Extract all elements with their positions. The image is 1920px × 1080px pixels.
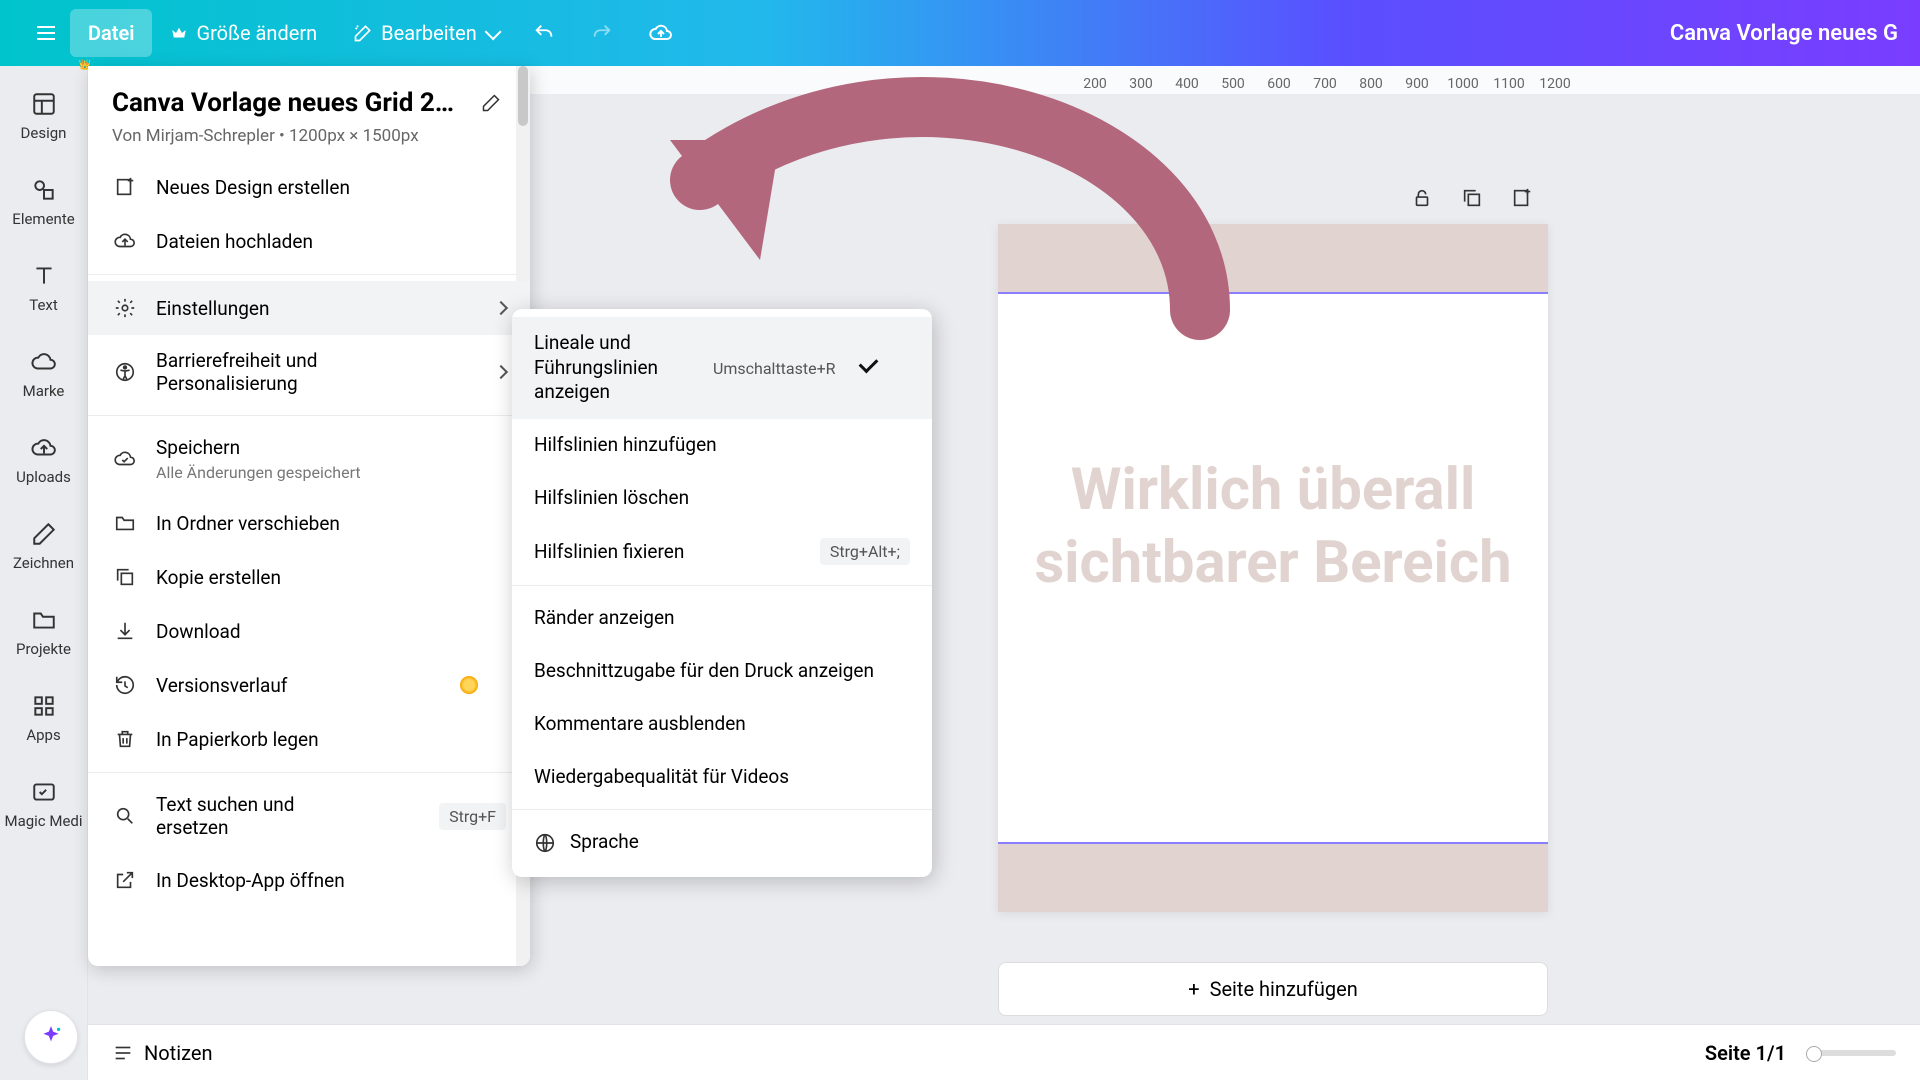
template-icon <box>30 90 58 118</box>
cloud-sync-button[interactable] <box>631 9 691 57</box>
rail-design[interactable]: Design <box>4 76 84 156</box>
brand-icon: 👑 <box>30 348 58 376</box>
move-folder-item[interactable]: In Ordner verschieben <box>88 496 530 550</box>
pencil-icon <box>30 520 58 548</box>
version-history-item[interactable]: Versionsverlauf <box>88 658 530 712</box>
new-design-icon <box>112 174 138 200</box>
show-bleed-item[interactable]: Beschnittzugabe für den Druck anzeigen <box>512 645 932 698</box>
show-rulers-item[interactable]: Lineale und Führungslinien anzeigen Umsc… <box>512 317 932 419</box>
rename-button[interactable] <box>476 88 506 118</box>
rail-brand[interactable]: 👑Marke <box>4 334 84 414</box>
upload-files-icon <box>112 228 138 254</box>
globe-icon <box>534 832 556 854</box>
copy-icon <box>112 564 138 590</box>
search-icon <box>112 803 138 829</box>
external-icon <box>112 867 138 893</box>
add-page-button[interactable]: + Seite hinzufügen <box>998 962 1548 1016</box>
accessibility-icon <box>112 359 138 385</box>
file-menu-title[interactable]: Canva Vorlage neues Grid 2… <box>112 88 466 118</box>
gear-icon <box>112 295 138 321</box>
delete-guides-item[interactable]: Hilfslinien löschen <box>512 472 932 525</box>
shortcut-label: Umschalttaste+R <box>703 355 846 382</box>
upload-files-item[interactable]: Dateien hochladen <box>88 214 530 268</box>
upload-icon <box>30 434 58 462</box>
chevron-right-icon <box>494 365 508 379</box>
trash-icon <box>112 726 138 752</box>
rail-text[interactable]: Text <box>4 248 84 328</box>
trash-item[interactable]: In Papierkorb legen <box>88 712 530 766</box>
hamburger-menu[interactable] <box>22 9 70 57</box>
check-icon <box>860 358 880 378</box>
download-icon <box>112 618 138 644</box>
rail-draw[interactable]: Zeichnen <box>4 506 84 586</box>
rail-magic-media[interactable]: Magic Medi <box>4 764 84 844</box>
undo-button[interactable] <box>515 9 573 57</box>
edit-button[interactable]: Bearbeiten <box>335 9 515 57</box>
plus-icon: + <box>1188 977 1199 1001</box>
save-item[interactable]: Speichern Alle Änderungen gespeichert <box>88 422 530 496</box>
show-margins-item[interactable]: Ränder anzeigen <box>512 592 932 645</box>
new-design-item[interactable]: Neues Design erstellen <box>88 160 530 214</box>
shortcut-label: Strg+Alt+; <box>820 538 910 565</box>
cloud-save-icon <box>112 446 138 472</box>
page-tools <box>1408 184 1536 212</box>
file-menu: Canva Vorlage neues Grid 2… Von Mirjam-S… <box>88 66 530 966</box>
make-copy-item[interactable]: Kopie erstellen <box>88 550 530 604</box>
text-icon <box>30 262 58 290</box>
folder-move-icon <box>112 510 138 536</box>
hide-comments-item[interactable]: Kommentare ausblenden <box>512 698 932 751</box>
resize-label: Größe ändern <box>196 21 317 45</box>
video-quality-item[interactable]: Wiedergabequalität für Videos <box>512 751 932 804</box>
add-guides-item[interactable]: Hilfslinien hinzufügen <box>512 419 932 472</box>
topbar: Datei Größe ändern Bearbeiten Canva Vorl… <box>0 0 1920 66</box>
download-item[interactable]: Download <box>88 604 530 658</box>
bottom-bar: Notizen Seite 1/1 <box>88 1024 1920 1080</box>
lock-page-button[interactable] <box>1408 184 1436 212</box>
settings-submenu: Lineale und Führungslinien anzeigen Umsc… <box>512 309 932 877</box>
shortcut-label: Strg+F <box>439 803 506 830</box>
rail-uploads[interactable]: Uploads <box>4 420 84 500</box>
magic-fab[interactable] <box>24 1010 78 1064</box>
chevron-down-icon <box>485 21 497 45</box>
redo-button[interactable] <box>573 9 631 57</box>
rail-projects[interactable]: Projekte <box>4 592 84 672</box>
side-rail: Design Elemente Text 👑Marke Uploads Zeic… <box>0 66 88 1080</box>
shapes-icon <box>30 176 58 204</box>
resize-button[interactable]: Größe ändern <box>152 9 335 57</box>
magic-media-icon <box>30 778 58 806</box>
notes-button[interactable]: Notizen <box>112 1041 213 1065</box>
find-replace-item[interactable]: Text suchen und ersetzen Strg+F <box>88 779 530 853</box>
file-button[interactable]: Datei <box>70 9 152 57</box>
file-menu-subtitle: Von Mirjam-Schrepler • 1200px × 1500px <box>112 126 506 146</box>
folder-icon <box>30 606 58 634</box>
history-icon <box>112 672 138 698</box>
canvas-text[interactable]: Wirklich überall sichtbarer Bereich <box>998 454 1548 599</box>
lock-guides-item[interactable]: Hilfslinien fixieren Strg+Alt+; <box>512 524 932 579</box>
zoom-slider[interactable] <box>1806 1050 1896 1056</box>
page-top-band <box>998 224 1548 294</box>
open-desktop-item[interactable]: In Desktop-App öffnen <box>88 853 530 907</box>
chevron-right-icon <box>494 301 508 315</box>
doc-title[interactable]: Canva Vorlage neues G <box>1670 21 1898 46</box>
settings-item[interactable]: Einstellungen <box>88 281 530 335</box>
duplicate-page-button[interactable] <box>1458 184 1486 212</box>
add-page-icon-button[interactable] <box>1508 184 1536 212</box>
language-item[interactable]: Sprache <box>512 816 932 869</box>
rail-apps[interactable]: Apps <box>4 678 84 758</box>
crown-icon <box>170 24 188 42</box>
canvas-page[interactable]: Wirklich überall sichtbarer Bereich <box>998 224 1548 912</box>
rail-elements[interactable]: Elemente <box>4 162 84 242</box>
page-bottom-band <box>998 842 1548 912</box>
page-counter[interactable]: Seite 1/1 <box>1705 1041 1786 1065</box>
apps-icon <box>30 692 58 720</box>
edit-label: Bearbeiten <box>381 21 477 45</box>
a11y-item[interactable]: Barrierefreiheit und Personalisierung <box>88 335 530 409</box>
highlight-badge <box>460 676 478 694</box>
magic-wand-icon <box>353 23 373 43</box>
